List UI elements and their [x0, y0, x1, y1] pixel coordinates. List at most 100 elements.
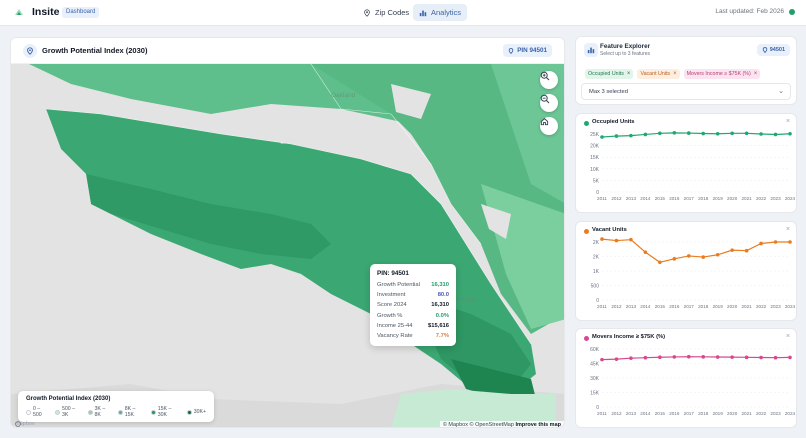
feature-pin-label: 94501	[769, 47, 785, 53]
x-tick-label: 2015	[655, 411, 666, 416]
improve-map-link[interactable]: Improve this map	[515, 422, 561, 427]
x-tick-label: 2016	[669, 196, 680, 201]
tooltip-value: 0.0%	[435, 312, 449, 319]
data-point	[744, 131, 749, 136]
attribution-text[interactable]: © Mapbox © OpenStreetMap	[443, 422, 514, 427]
x-tick-label: 2018	[698, 304, 709, 309]
data-point	[672, 355, 677, 359]
data-point	[614, 134, 619, 138]
tooltip-key: Growth %	[377, 312, 403, 319]
legend-label: 500 – 3K	[62, 406, 76, 418]
data-point	[773, 355, 778, 360]
series-dot	[584, 229, 589, 234]
close-icon[interactable]: ×	[786, 226, 790, 233]
feature-chip[interactable]: Movers Income ≥ $75K (%) ×	[683, 69, 761, 79]
data-point	[730, 355, 734, 359]
x-tick-label: 2013	[626, 304, 637, 309]
tooltip-title: PIN: 94501	[377, 270, 409, 277]
feature-chip[interactable]: Occupied Units ×	[585, 69, 634, 79]
data-point	[773, 240, 778, 244]
zoom-out-button[interactable]	[540, 94, 558, 112]
chevron-down-icon: ⌄	[778, 88, 784, 95]
data-point	[643, 355, 648, 360]
nav-analytics-label: Analytics	[431, 8, 462, 17]
y-tick-label: 15K	[590, 155, 600, 161]
chart-title: Movers Income ≥ $75K (%)	[592, 334, 666, 340]
zoom-in-button[interactable]	[540, 71, 558, 89]
data-point	[629, 356, 633, 360]
close-icon[interactable]: ×	[754, 71, 758, 77]
x-tick-label: 2023	[770, 196, 781, 201]
series-dot	[584, 121, 589, 126]
data-point	[759, 355, 763, 360]
pin-chip[interactable]: PIN 94501	[503, 44, 552, 57]
x-tick-label: 2022	[756, 304, 767, 309]
x-tick-label: 2024	[785, 304, 796, 309]
feature-pin-chip[interactable]: 94501	[756, 44, 790, 56]
data-point	[715, 252, 720, 257]
data-point	[643, 132, 648, 137]
legend-label: 30K+	[193, 409, 206, 415]
location-icon	[23, 44, 37, 58]
feature-select[interactable]: Max 3 selected ⌄	[581, 83, 791, 100]
tooltip-row: Growth % 0.0%	[377, 311, 449, 321]
feature-select-value: Max 3 selected	[589, 89, 628, 95]
feature-chip-label: Vacant Units	[640, 71, 671, 77]
x-tick-label: 2021	[741, 196, 752, 201]
dashboard-badge: Dashboard	[62, 7, 100, 18]
map-legend: Growth Potential Index (2030) 0 – 500 500…	[18, 391, 214, 422]
data-point	[759, 132, 763, 136]
status-indicator	[789, 9, 795, 15]
data-point	[730, 248, 734, 252]
legend-title: Growth Potential Index (2030)	[26, 396, 111, 402]
x-tick-label: 2022	[756, 411, 767, 416]
data-point	[715, 131, 720, 136]
nav-analytics[interactable]: Analytics	[413, 4, 468, 21]
x-tick-label: 2014	[640, 196, 651, 201]
tooltip-value: 16,310	[431, 302, 449, 309]
y-tick-label: 25K	[590, 132, 600, 138]
data-point	[701, 355, 706, 359]
x-tick-label: 2017	[684, 304, 695, 309]
legend-items: 0 – 500 500 – 3K 3K – 8K 8K – 15K 15K – 30K 3…	[26, 406, 206, 418]
x-tick-label: 2013	[626, 196, 637, 201]
tooltip-key: Growth Potential	[377, 282, 420, 289]
reset-view-button[interactable]	[540, 117, 558, 135]
tooltip-row: Income 25-44 $15,616	[377, 321, 449, 331]
map-attribution: © Mapbox © OpenStreetMap Improve this ma…	[439, 421, 564, 427]
x-tick-label: 2018	[698, 196, 709, 201]
close-icon[interactable]: ×	[786, 333, 790, 340]
close-icon[interactable]: ×	[786, 118, 790, 125]
y-tick-label: 15K	[590, 391, 600, 397]
x-tick-label: 2023	[770, 411, 781, 416]
mapbox-logo[interactable]: mapbox	[15, 421, 35, 427]
x-tick-label: 2024	[785, 196, 796, 201]
x-tick-label: 2019	[713, 304, 724, 309]
tooltip-key: Investment	[377, 292, 406, 299]
nav-zip-codes[interactable]: Zip Codes	[357, 4, 415, 21]
data-point	[788, 240, 792, 244]
close-icon[interactable]: ×	[627, 71, 631, 77]
x-tick-label: 2011	[597, 411, 607, 416]
bar-chart-icon	[419, 10, 427, 16]
tooltip-row: Investment 80.0	[377, 290, 449, 300]
y-tick-label: 1K	[593, 269, 600, 275]
tooltip-value: 80.0	[437, 292, 449, 299]
x-tick-label: 2015	[655, 196, 666, 201]
pin-chip-label: PIN 94501	[517, 47, 547, 54]
map-canvas[interactable]: Oakland Alameda PIN: 94501 Growth Potent…	[11, 64, 564, 427]
legend-swatch	[55, 409, 61, 415]
legend-label: 3K – 8K	[94, 406, 106, 418]
tooltip-value: $15,616	[428, 322, 449, 329]
line-chart: 05K10K15K20K25K2011 2012 2013 2014 2015 2016 2…	[590, 131, 796, 201]
data-point	[672, 257, 677, 261]
choropleth-map	[11, 64, 564, 427]
data-point	[629, 133, 633, 138]
data-point	[658, 355, 662, 360]
feature-chip[interactable]: Vacant Units ×	[637, 69, 680, 79]
feature-explorer-subtitle: Select up to 3 features	[600, 51, 651, 57]
feature-chip-label: Occupied Units	[588, 71, 624, 77]
close-icon[interactable]: ×	[673, 71, 677, 77]
chart-title: Vacant Units	[592, 227, 627, 233]
legend-item: 500 – 3K	[55, 406, 83, 418]
